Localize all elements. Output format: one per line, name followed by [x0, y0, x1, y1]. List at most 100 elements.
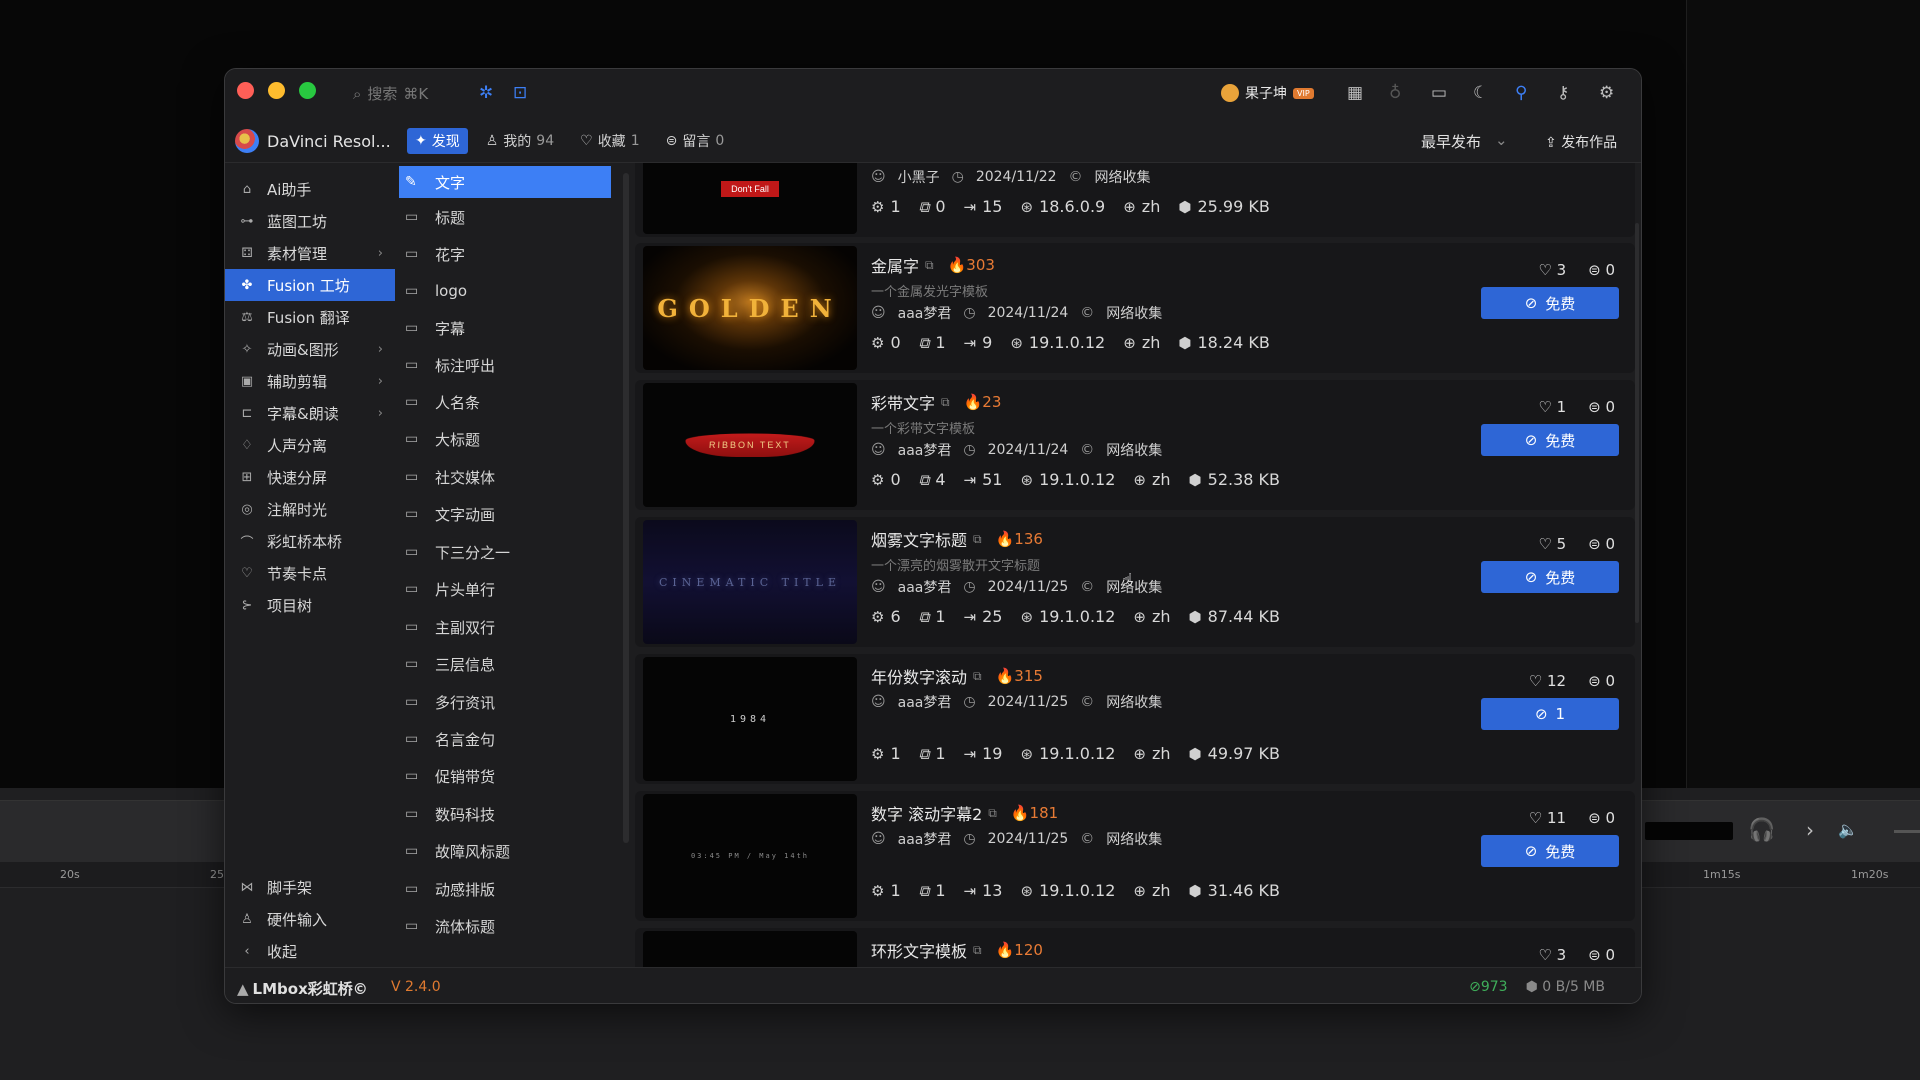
free-download-button[interactable]: ⊘ 免费 — [1481, 287, 1619, 319]
sidebar-item-rainbow[interactable]: ⌒ 彩虹桥本桥 — [225, 525, 395, 557]
folder-item[interactable]: ▭ 动感排版 — [399, 873, 611, 905]
template-thumbnail[interactable]: 03:45 PM / May 14th — [643, 794, 857, 918]
publish-button[interactable]: ⇪ 发布作品 — [1545, 132, 1617, 152]
like-button[interactable]: ♡ 12 — [1529, 672, 1566, 690]
folder-item[interactable]: ▭ logo — [399, 275, 611, 307]
folder-item[interactable]: ▭ 名言金句 — [399, 723, 611, 755]
folder-item[interactable]: ▭ 三层信息 — [399, 648, 611, 680]
chevron-right-icon[interactable]: › — [1806, 818, 1814, 842]
template-card[interactable]: 环形文字模板 ⧉ 🔥120 ♡ 3 ⊜ 0 — [635, 928, 1635, 967]
folder-item[interactable]: ▭ 大标题 — [399, 423, 611, 455]
template-thumbnail[interactable]: 1984 — [643, 657, 857, 781]
template-thumbnail[interactable]: Don't Fall — [643, 163, 857, 234]
folder-item[interactable]: ▭ 片头单行 — [399, 573, 611, 605]
template-thumbnail[interactable] — [643, 931, 857, 967]
tab-discover[interactable]: ✦ 发现 — [407, 128, 468, 154]
folder-item[interactable]: ▭ 主副双行 — [399, 611, 611, 643]
sidebar-item-fusion-translate[interactable]: ⚖ Fusion 翻译 — [225, 301, 395, 333]
folder-item[interactable]: ▭ 字幕 — [399, 312, 611, 344]
search-box[interactable]: ⌕ 搜索 ⌘K — [353, 83, 428, 104]
package-icon[interactable]: ▦ — [1347, 83, 1363, 103]
plugin-icon[interactable]: ✲ — [479, 83, 493, 103]
template-card[interactable]: Don't Fall ☺ 小黑子 ◷ 2024/11/22 © 网络收集 ⚙ 1 ⧉ 0 … — [635, 163, 1635, 237]
sidebar-item-beat[interactable]: ♡ 节奏卡点 — [225, 557, 395, 589]
credits[interactable]: ⊘973 — [1469, 979, 1507, 995]
comment-button[interactable]: ⊜ 0 — [1588, 398, 1615, 416]
lightbulb-icon[interactable]: ♁ — [1389, 83, 1401, 103]
like-button[interactable]: ♡ 5 — [1538, 535, 1566, 553]
sidebar-item-project-tree[interactable]: ⊱ 项目树 — [225, 589, 395, 621]
sidebar-item-ai[interactable]: ⌂ Ai助手 — [225, 173, 395, 205]
template-thumbnail[interactable]: GOLDEN — [643, 246, 857, 370]
tab-favorites[interactable]: ♡ 收藏 1 — [572, 128, 647, 154]
like-button[interactable]: ♡ 3 — [1538, 261, 1566, 279]
copy-link-icon[interactable]: ⧉ — [925, 258, 934, 273]
settings-icon[interactable]: ⚙ — [1599, 83, 1614, 103]
sidebar-collapse[interactable]: ‹ 收起 — [225, 935, 395, 967]
template-thumbnail[interactable]: CINEMATIC TITLE — [643, 520, 857, 644]
folder-item[interactable]: ▭ 文字动画 — [399, 498, 611, 530]
template-card[interactable]: 03:45 PM / May 14th 数字 滚动字幕2 ⧉ 🔥181 ☺ aaa… — [635, 791, 1635, 921]
template-thumbnail[interactable]: RIBBON TEXT — [643, 383, 857, 507]
copy-link-icon[interactable]: ⧉ — [973, 532, 982, 547]
folder-scrollbar[interactable] — [623, 163, 631, 967]
like-button[interactable]: ♡ 1 — [1538, 398, 1566, 416]
folder-item[interactable]: ▭ 多行资讯 — [399, 686, 611, 718]
comment-button[interactable]: ⊜ 0 — [1588, 672, 1615, 690]
folder-item[interactable]: ▭ 流体标题 — [399, 910, 611, 942]
copy-link-icon[interactable]: ⧉ — [973, 669, 982, 684]
folder-item[interactable]: ▭ 数码科技 — [399, 798, 611, 830]
comment-button[interactable]: ⊜ 0 — [1588, 261, 1615, 279]
maximize-window-button[interactable] — [299, 82, 316, 99]
like-button[interactable]: ♡ 3 — [1538, 946, 1566, 964]
free-download-button[interactable]: ⊘ 免费 — [1481, 424, 1619, 456]
sidebar-item-hardware[interactable]: ♙ 硬件输入 — [225, 903, 395, 935]
tab-comments[interactable]: ⊜ 留言 0 — [658, 128, 733, 154]
user-profile[interactable]: 果子坤 VIP — [1221, 83, 1314, 103]
volume-slider[interactable] — [1894, 830, 1920, 833]
sidebar-item-scaffold[interactable]: ⋈ 脚手架 — [225, 871, 395, 903]
sidebar-item-blueprint[interactable]: ⊶ 蓝图工坊 — [225, 205, 395, 237]
folder-item[interactable]: ▭ 社交媒体 — [399, 461, 611, 493]
template-scrollbar[interactable] — [1635, 163, 1641, 967]
like-button[interactable]: ♡ 11 — [1529, 809, 1566, 827]
sidebar-item-fusion-workshop[interactable]: ✤ Fusion 工坊 — [225, 269, 395, 301]
headphones-icon[interactable]: 🎧 — [1748, 818, 1775, 843]
sidebar-item-animation[interactable]: ✧ 动画&图形 › — [225, 333, 395, 365]
minimize-window-button[interactable] — [268, 82, 285, 99]
message-icon[interactable]: ▭ — [1431, 83, 1447, 103]
folder-item[interactable]: ▭ 花字 — [399, 238, 611, 270]
template-card[interactable]: CINEMATIC TITLE 烟雾文字标题 ⧉ 🔥136 一个漂亮的烟雾散开文… — [635, 517, 1635, 647]
template-card[interactable]: 1984 年份数字滚动 ⧉ 🔥315 ☺ aaa梦君 ◷ 2024/11/25 © 网… — [635, 654, 1635, 784]
comment-button[interactable]: ⊜ 0 — [1588, 946, 1615, 964]
copy-link-icon[interactable]: ⧉ — [941, 395, 950, 410]
folder-item[interactable]: ✎ 文字 — [399, 166, 611, 198]
comment-button[interactable]: ⊜ 0 — [1588, 809, 1615, 827]
comment-button[interactable]: ⊜ 0 — [1588, 535, 1615, 553]
close-window-button[interactable] — [237, 82, 254, 99]
sort-dropdown[interactable]: 最早发布 ⌄ — [1421, 131, 1508, 152]
key-icon[interactable]: ⚷ — [1557, 83, 1569, 103]
copy-link-icon[interactable]: ⧉ — [973, 943, 982, 958]
sidebar-item-voice-split[interactable]: ♢ 人声分离 — [225, 429, 395, 461]
storage[interactable]: ⬢ 0 B/5 MB — [1526, 979, 1605, 995]
pin-icon[interactable]: ⚲ — [1515, 83, 1527, 103]
free-download-button[interactable]: ⊘ 免费 — [1481, 835, 1619, 867]
folder-item[interactable]: ▭ 促销带货 — [399, 760, 611, 792]
folder-item[interactable]: ▭ 故障风标题 — [399, 835, 611, 867]
template-card[interactable]: GOLDEN 金属字 ⧉ 🔥303 一个金属发光字模板 ☺ aaa梦君 ◷ 2024… — [635, 243, 1635, 373]
sidebar-item-edit-assist[interactable]: ▣ 辅助剪辑 › — [225, 365, 395, 397]
copy-link-icon[interactable]: ⧉ — [988, 806, 997, 821]
sidebar-item-subtitles[interactable]: ⊏ 字幕&朗读 › — [225, 397, 395, 429]
sidebar-item-assets[interactable]: ⚃ 素材管理 › — [225, 237, 395, 269]
paid-download-button[interactable]: ⊘ 1 — [1481, 698, 1619, 730]
sidebar-item-annotation[interactable]: ◎ 注解时光 — [225, 493, 395, 525]
free-download-button[interactable]: ⊘ 免费 — [1481, 561, 1619, 593]
folder-item[interactable]: ▭ 人名条 — [399, 386, 611, 418]
volume-icon[interactable]: 🔈 — [1838, 820, 1858, 839]
moon-icon[interactable]: ☾ — [1473, 83, 1488, 103]
sidebar-item-split-screen[interactable]: ⊞ 快速分屏 — [225, 461, 395, 493]
folder-item[interactable]: ▭ 标注呼出 — [399, 349, 611, 381]
template-card[interactable]: RIBBON TEXT 彩带文字 ⧉ 🔥23 一个彩带文字模板 ☺ aaa梦君 ◷… — [635, 380, 1635, 510]
capture-icon[interactable]: ⊡ — [513, 83, 527, 103]
